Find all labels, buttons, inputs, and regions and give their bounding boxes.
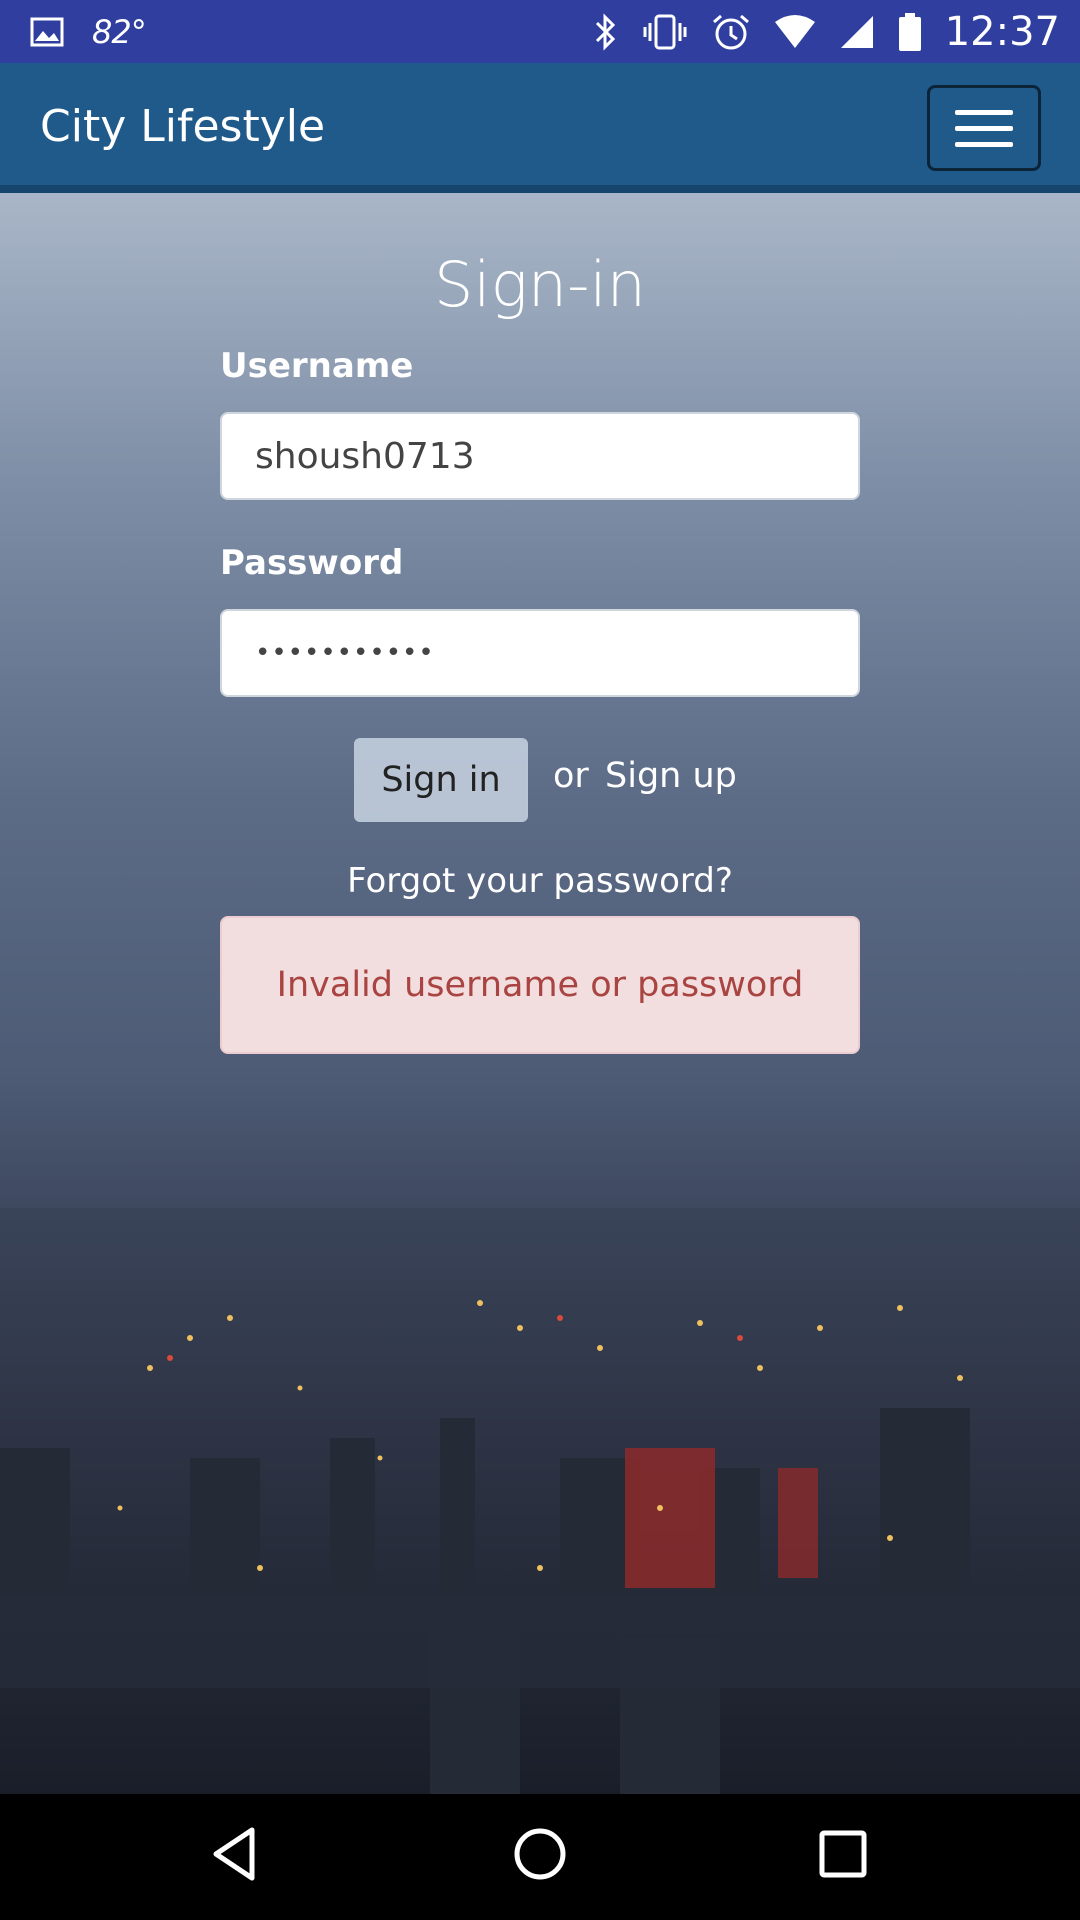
system-navigation-bar bbox=[0, 1794, 1080, 1920]
hamburger-menu-icon bbox=[955, 109, 1013, 115]
wifi-icon bbox=[773, 14, 817, 50]
city-skyline-background bbox=[0, 1208, 1080, 1794]
page-title: Sign-in bbox=[434, 248, 646, 321]
password-label: Password bbox=[220, 543, 404, 583]
status-bar: 82° 12:37 bbox=[0, 0, 1080, 63]
image-icon bbox=[30, 17, 64, 47]
bluetooth-icon bbox=[593, 12, 619, 51]
brand-title[interactable]: City Lifestyle bbox=[40, 101, 325, 152]
error-message: Invalid username or password bbox=[276, 965, 804, 1005]
home-icon[interactable] bbox=[510, 1824, 570, 1888]
recents-icon[interactable] bbox=[815, 1824, 871, 1888]
signin-page: Sign-in Username shoush0713 Password •••… bbox=[0, 193, 1080, 1794]
username-label: Username bbox=[220, 346, 414, 386]
or-text: or bbox=[553, 756, 589, 796]
hamburger-bar bbox=[955, 125, 1013, 131]
app-navbar: City Lifestyle bbox=[0, 63, 1080, 193]
signal-icon bbox=[839, 14, 875, 50]
password-value: ••••••••••• bbox=[255, 638, 435, 668]
forgot-password-link: Forgot your password? bbox=[0, 861, 1080, 901]
password-input[interactable]: ••••••••••• bbox=[220, 609, 860, 697]
back-icon[interactable] bbox=[210, 1824, 258, 1888]
error-alert: Invalid username or password bbox=[220, 916, 860, 1054]
hamburger-bar bbox=[955, 141, 1013, 147]
username-value: shoush0713 bbox=[255, 435, 475, 477]
username-input[interactable]: shoush0713 bbox=[220, 412, 860, 500]
temperature-text: 82° bbox=[92, 12, 147, 51]
hamburger-menu-button[interactable] bbox=[927, 85, 1041, 171]
vibrate-icon bbox=[641, 13, 689, 51]
forgot-password-text[interactable]: Forgot your password? bbox=[347, 861, 733, 901]
battery-icon bbox=[897, 12, 923, 52]
signin-button[interactable]: Sign in bbox=[354, 738, 528, 822]
signup-link[interactable]: Sign up bbox=[605, 756, 737, 796]
clock-text: 12:37 bbox=[944, 8, 1060, 55]
alarm-icon bbox=[711, 12, 751, 52]
